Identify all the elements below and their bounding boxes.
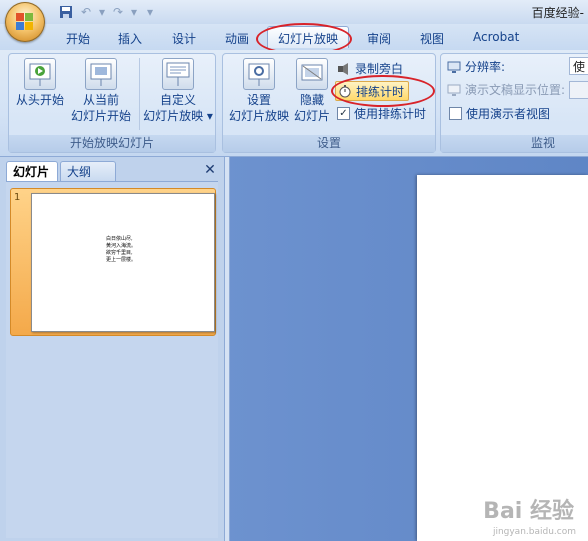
show-on-label: 演示文稿显示位置: bbox=[465, 83, 566, 97]
quick-access-toolbar: ↶ ▾ ↷ ▾ ▾ bbox=[58, 3, 158, 21]
show-on-combo[interactable] bbox=[569, 81, 588, 99]
slides-pane: 幻灯片 大纲 ✕ 1 白日依山尽, 黄河入海流。 欲穷千里目, 更上一层楼。 bbox=[0, 157, 225, 541]
use-rehearsed-timings-label: 使用排练计时 bbox=[354, 107, 427, 121]
record-narration-button[interactable]: 录制旁白 bbox=[337, 60, 403, 77]
group-start-label: 开始放映幻灯片 bbox=[9, 135, 215, 152]
presenter-view-row[interactable]: 使用演示者视图 bbox=[449, 105, 550, 122]
tab-review[interactable]: 审阅 bbox=[367, 30, 391, 47]
stopwatch-icon bbox=[338, 84, 352, 98]
projector-screen-icon bbox=[24, 58, 56, 90]
slide-editing-area[interactable]: Bai 经验 jingyan.baidu.com bbox=[225, 157, 588, 541]
tab-animations[interactable]: 动画 bbox=[225, 30, 249, 47]
tab-acrobat[interactable]: Acrobat bbox=[473, 30, 519, 44]
record-narration-icon bbox=[337, 62, 351, 76]
undo-icon[interactable]: ↶ bbox=[78, 4, 94, 20]
monitor-disabled-icon bbox=[447, 83, 461, 97]
rehearse-timings-label: 排练计时 bbox=[356, 84, 405, 99]
office-button[interactable] bbox=[5, 2, 45, 42]
hide-slide-icon bbox=[296, 58, 328, 90]
setup-slide-show-button[interactable]: 设置 幻灯片放映 bbox=[227, 58, 291, 124]
setup-show-label-2: 幻灯片放映 bbox=[228, 109, 289, 123]
slide-thumbnail[interactable]: 白日依山尽, 黄河入海流。 欲穷千里目, 更上一层楼。 bbox=[31, 193, 215, 332]
hide-slide-button[interactable]: 隐藏 幻灯片 bbox=[293, 58, 331, 124]
slide-canvas[interactable] bbox=[417, 175, 588, 541]
record-narration-label: 录制旁白 bbox=[355, 62, 404, 76]
use-rehearsed-timings-checkbox[interactable]: ✓ bbox=[337, 107, 350, 120]
from-current-label-2: 幻灯片开始 bbox=[70, 109, 131, 123]
group-monitors-label: 监视 bbox=[441, 135, 588, 152]
setup-show-label-1: 设置 bbox=[246, 93, 271, 107]
show-on-row: 演示文稿显示位置: bbox=[447, 81, 565, 98]
slide-number: 1 bbox=[14, 192, 21, 203]
office-logo-icon bbox=[16, 13, 34, 31]
resolution-combo[interactable]: 使 bbox=[569, 57, 588, 75]
from-current-button[interactable]: 从当前 幻灯片开始 bbox=[69, 58, 133, 124]
hide-slide-label-2: 幻灯片 bbox=[293, 109, 330, 123]
watermark-url: jingyan.baidu.com bbox=[492, 527, 576, 537]
redo-icon[interactable]: ↷ bbox=[110, 4, 126, 20]
close-icon[interactable]: ✕ bbox=[202, 162, 218, 178]
from-beginning-button[interactable]: 从头开始 bbox=[15, 58, 65, 108]
group-setup-label: 设置 bbox=[223, 135, 435, 152]
custom-show-icon bbox=[162, 58, 194, 90]
slide-line: 更上一层楼。 bbox=[106, 257, 137, 263]
slide-list: 1 白日依山尽, 黄河入海流。 欲穷千里目, 更上一层楼。 bbox=[6, 181, 218, 538]
tab-home[interactable]: 开始 bbox=[66, 30, 90, 47]
monitor-icon bbox=[447, 60, 461, 74]
slide-thumbnail-selected[interactable]: 1 白日依山尽, 黄河入海流。 欲穷千里目, 更上一层楼。 bbox=[10, 188, 216, 336]
title-bar: ↶ ▾ ↷ ▾ ▾ 百度经验- bbox=[0, 0, 588, 24]
slide-line: 欲穷千里目, bbox=[106, 250, 133, 256]
resolution-row: 分辨率: bbox=[447, 58, 505, 75]
watermark-logo: Bai 经验 bbox=[483, 499, 574, 524]
tab-outline[interactable]: 大纲 bbox=[60, 161, 116, 181]
use-rehearsed-timings-row[interactable]: ✓ 使用排练计时 bbox=[337, 105, 426, 122]
from-current-label-1: 从当前 bbox=[82, 93, 119, 107]
tab-slide-show[interactable]: 幻灯片放映 bbox=[267, 26, 350, 48]
presenter-view-checkbox[interactable] bbox=[449, 107, 462, 120]
tab-design[interactable]: 设计 bbox=[172, 30, 196, 47]
custom-show-label-1: 自定义 bbox=[159, 93, 196, 107]
pane-splitter[interactable] bbox=[224, 157, 230, 541]
group-start-slide-show: 从头开始 从当前 幻灯片开始 自定义 幻灯片放映 ▾ 开始放映幻灯片 bbox=[8, 53, 216, 153]
tab-slides[interactable]: 幻灯片 bbox=[6, 161, 58, 181]
undo-dropdown-icon[interactable]: ▾ bbox=[98, 4, 106, 20]
presenter-view-label: 使用演示者视图 bbox=[466, 107, 551, 121]
resolution-label: 分辨率: bbox=[465, 60, 506, 74]
ribbon-tabs: 开始 插入 设计 动画 幻灯片放映 审阅 视图 Acrobat bbox=[0, 24, 588, 50]
customize-qat-icon[interactable]: ▾ bbox=[142, 4, 158, 20]
tab-view[interactable]: 视图 bbox=[420, 30, 444, 47]
hide-slide-label-1: 隐藏 bbox=[299, 93, 324, 107]
slide-line: 白日依山尽, bbox=[106, 236, 133, 242]
slide-thumbnail-text: 白日依山尽, 黄河入海流。 欲穷千里目, 更上一层楼。 bbox=[106, 236, 136, 264]
save-icon[interactable] bbox=[58, 4, 74, 20]
group-divider bbox=[139, 58, 140, 130]
group-monitors: 分辨率: 使 演示文稿显示位置: 使用演示者视图 监视 bbox=[440, 53, 588, 153]
custom-slide-show-button[interactable]: 自定义 幻灯片放映 ▾ bbox=[143, 58, 213, 124]
window-title: 百度经验- bbox=[531, 6, 584, 20]
slide-line: 黄河入海流。 bbox=[106, 243, 137, 249]
from-beginning-label: 从头开始 bbox=[15, 93, 64, 107]
ribbon: 从头开始 从当前 幻灯片开始 自定义 幻灯片放映 ▾ 开始放映幻灯片 设置 幻灯… bbox=[0, 50, 588, 157]
custom-show-label-2: 幻灯片放映 ▾ bbox=[143, 109, 213, 123]
redo-dropdown-icon[interactable]: ▾ bbox=[130, 4, 138, 20]
group-setup: 设置 幻灯片放映 隐藏 幻灯片 录制旁白 排练计时 ✓ 使用排练计时 设置 bbox=[222, 53, 436, 153]
rehearse-timings-button[interactable]: 排练计时 bbox=[335, 81, 410, 101]
projector-current-icon bbox=[85, 58, 117, 90]
setup-show-icon bbox=[243, 58, 275, 90]
tab-insert[interactable]: 插入 bbox=[118, 30, 142, 47]
pane-tabs: 幻灯片 大纲 ✕ bbox=[6, 161, 220, 181]
